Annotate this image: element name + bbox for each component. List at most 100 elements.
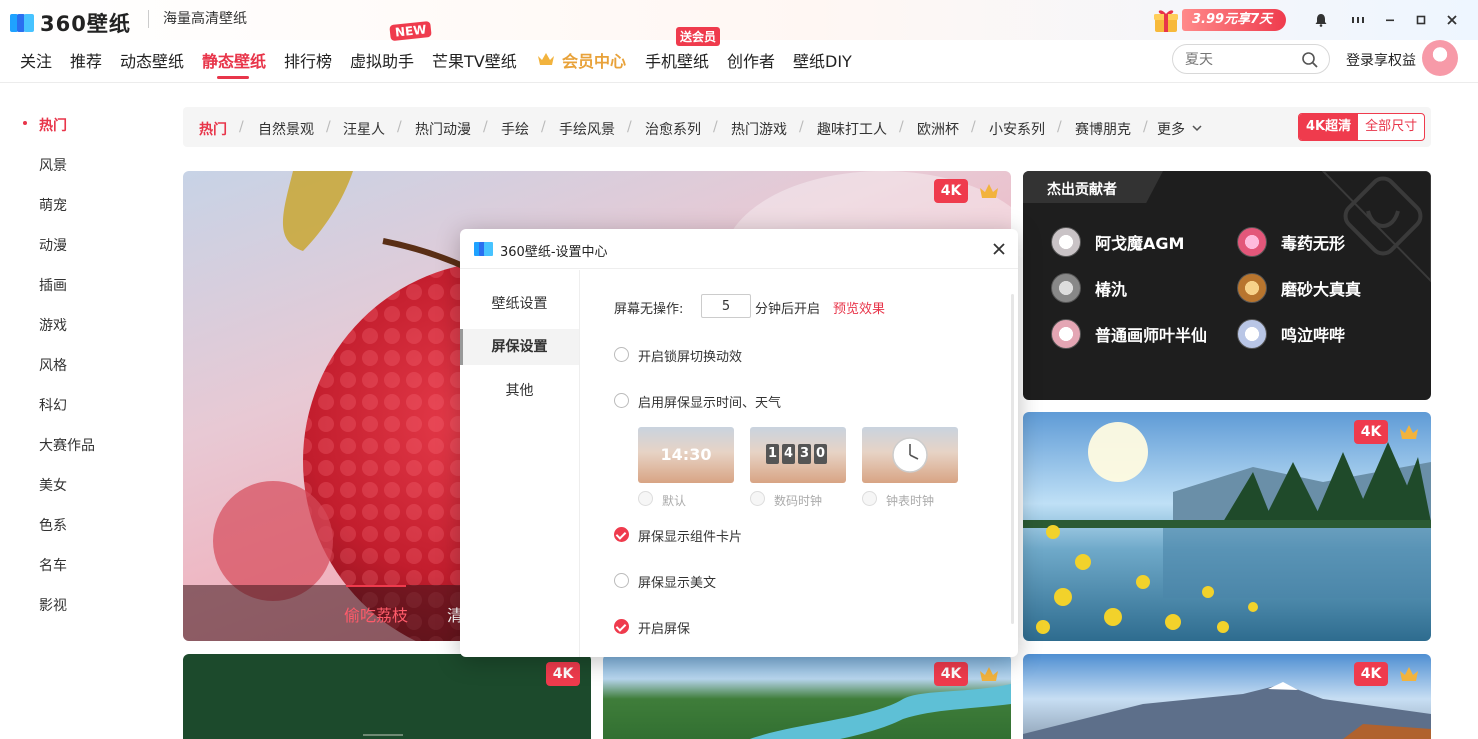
contributor-item[interactable]: 椿氿 xyxy=(1051,273,1127,303)
cat-cyberpunk[interactable]: 赛博朋克 xyxy=(1075,119,1131,139)
enable-screensaver-checkbox[interactable] xyxy=(614,619,629,634)
toggle-all-sizes[interactable]: 全部尺寸 xyxy=(1358,114,1424,140)
clock-style-default-preview[interactable]: 14:30 xyxy=(638,427,734,483)
quality-4k-badge: 4K xyxy=(546,662,580,686)
featured-title[interactable]: 偷吃荔枝 xyxy=(344,602,408,626)
clock-digital-label: 数码时钟 xyxy=(774,494,823,508)
nav-phone-wallpaper[interactable]: 手机壁纸 xyxy=(645,48,709,72)
dialog-scrollbar[interactable] xyxy=(1011,294,1014,624)
enable-screensaver-label[interactable]: 开启屏保 xyxy=(638,618,690,637)
login-link[interactable]: 登录享权益 xyxy=(1346,50,1416,70)
contributor-item[interactable]: 普通画师叶半仙 xyxy=(1051,319,1207,349)
sidebar-item-contest[interactable]: 大赛作品 xyxy=(39,435,95,455)
search-icon[interactable] xyxy=(1301,51,1319,69)
preview-effect-link[interactable]: 预览效果 xyxy=(833,298,885,317)
contributor-item[interactable]: 毒药无形 xyxy=(1237,227,1345,257)
show-prose-label[interactable]: 屏保显示美文 xyxy=(638,572,716,591)
maximize-icon[interactable] xyxy=(1409,8,1433,32)
nav-ranking[interactable]: 排行榜 xyxy=(284,48,332,72)
cat-hot[interactable]: 热门 xyxy=(199,119,227,139)
tab-other[interactable]: 其他 xyxy=(460,373,579,409)
nav-vip-center[interactable]: 会员中心 xyxy=(562,48,626,72)
avatar xyxy=(1051,273,1081,303)
wallpaper-card[interactable]: 4K xyxy=(1023,654,1431,739)
logo-mark-icon xyxy=(10,12,36,34)
contributor-item[interactable]: 磨砂大真真 xyxy=(1237,273,1361,303)
contributor-item[interactable]: 阿戈魔AGM xyxy=(1051,227,1184,257)
search-box[interactable] xyxy=(1172,44,1330,74)
nav-dynamic-wallpaper[interactable]: 动态壁纸 xyxy=(120,48,184,72)
clock-digital-radio[interactable] xyxy=(750,491,765,506)
sidebar-item-film[interactable]: 影视 xyxy=(39,595,67,615)
cat-nature[interactable]: 自然景观 xyxy=(258,119,314,139)
mini-mode-icon[interactable] xyxy=(1346,8,1370,32)
sidebar-item-hot[interactable]: 热门 xyxy=(39,115,67,135)
cat-handdrawn-scenery[interactable]: 手绘风景 xyxy=(559,119,615,139)
sidebar-item-style[interactable]: 风格 xyxy=(39,355,67,375)
close-icon[interactable] xyxy=(992,242,1006,256)
widget-cards-checkbox[interactable] xyxy=(614,527,629,542)
cat-worker[interactable]: 趣味打工人 xyxy=(817,119,887,139)
nav-follow[interactable]: 关注 xyxy=(20,48,52,72)
lock-switch-label[interactable]: 开启锁屏切换动效 xyxy=(638,346,742,365)
vip-promo[interactable]: 3.99元享7天 xyxy=(1152,6,1287,34)
toggle-4k[interactable]: 4K超清 xyxy=(1299,114,1359,140)
cat-healing[interactable]: 治愈系列 xyxy=(645,119,701,139)
avatar xyxy=(1051,227,1081,257)
wallpaper-card[interactable]: 4K xyxy=(183,654,591,739)
app-logo[interactable]: 360壁纸 xyxy=(10,8,131,38)
idle-minutes-input[interactable] xyxy=(701,294,751,318)
time-weather-checkbox[interactable] xyxy=(614,393,629,408)
clock-style-digital-preview[interactable]: 1 4 3 0 xyxy=(750,427,846,483)
time-weather-label[interactable]: 启用屏保显示时间、天气 xyxy=(638,392,781,411)
app-window: 360壁纸 海量高清壁纸 3.99元享7天 关注 推荐 动态壁纸 静态壁纸 排行… xyxy=(0,0,1478,739)
sidebar-item-cars[interactable]: 名车 xyxy=(39,555,67,575)
nav-static-wallpaper[interactable]: 静态壁纸 xyxy=(202,48,266,72)
logo-text: 360壁纸 xyxy=(40,12,131,36)
sidebar-item-anime[interactable]: 动漫 xyxy=(39,235,67,255)
sidebar-item-pets[interactable]: 萌宠 xyxy=(39,195,67,215)
lake-image xyxy=(1023,422,1431,634)
minimize-icon[interactable] xyxy=(1378,8,1402,32)
cat-dogs[interactable]: 汪星人 xyxy=(343,119,385,139)
idle-label: 屏幕无操作: xyxy=(614,302,684,317)
notification-bell-icon[interactable] xyxy=(1309,8,1333,32)
chevron-down-icon[interactable] xyxy=(1191,123,1203,133)
wallpaper-card[interactable]: 4K xyxy=(603,654,1011,739)
sidebar-item-games[interactable]: 游戏 xyxy=(39,315,67,335)
clock-style-analog-preview[interactable] xyxy=(862,427,958,483)
sidebar-item-beauty[interactable]: 美女 xyxy=(39,475,67,495)
cat-hot-games[interactable]: 热门游戏 xyxy=(731,119,787,139)
cat-handdrawn[interactable]: 手绘 xyxy=(501,119,529,139)
clock-analog-radio[interactable] xyxy=(862,491,877,506)
avatar[interactable] xyxy=(1422,40,1458,76)
nav-recommend[interactable]: 推荐 xyxy=(70,48,102,72)
contributor-item[interactable]: 鸣泣哔哔 xyxy=(1237,319,1345,349)
quality-4k-badge: 4K xyxy=(934,662,968,686)
wallpaper-card[interactable]: 4K xyxy=(1023,412,1431,641)
nav-creator[interactable]: 创作者 xyxy=(727,48,775,72)
cat-euro-cup[interactable]: 欧洲杯 xyxy=(917,119,959,139)
search-input[interactable] xyxy=(1185,50,1295,70)
crown-icon xyxy=(980,184,998,198)
nav-virtual-assistant[interactable]: 虚拟助手 xyxy=(350,48,414,72)
sidebar-active-dot xyxy=(23,121,27,125)
nav-wallpaper-diy[interactable]: 壁纸DIY xyxy=(793,48,852,72)
show-prose-checkbox[interactable] xyxy=(614,573,629,588)
widget-cards-label[interactable]: 屏保显示组件卡片 xyxy=(638,526,742,545)
close-window-icon[interactable] xyxy=(1440,8,1464,32)
sidebar-item-scifi[interactable]: 科幻 xyxy=(39,395,67,415)
quality-4k-badge: 4K xyxy=(934,179,968,203)
resolution-toggle[interactable]: 4K超清 全部尺寸 xyxy=(1298,113,1426,141)
tab-wallpaper-settings[interactable]: 壁纸设置 xyxy=(460,286,579,322)
clock-default-radio[interactable] xyxy=(638,491,653,506)
nav-mango-tv[interactable]: 芒果TV壁纸 xyxy=(432,48,517,72)
cat-xiaoan[interactable]: 小安系列 xyxy=(989,119,1045,139)
sidebar-item-scenery[interactable]: 风景 xyxy=(39,155,67,175)
sidebar-item-colors[interactable]: 色系 xyxy=(39,515,67,535)
lock-switch-checkbox[interactable] xyxy=(614,347,629,362)
cat-hot-anime[interactable]: 热门动漫 xyxy=(415,119,471,139)
sidebar-item-illustration[interactable]: 插画 xyxy=(39,275,67,295)
cat-more[interactable]: 更多 xyxy=(1157,119,1185,139)
tab-screensaver-settings[interactable]: 屏保设置 xyxy=(460,329,579,365)
